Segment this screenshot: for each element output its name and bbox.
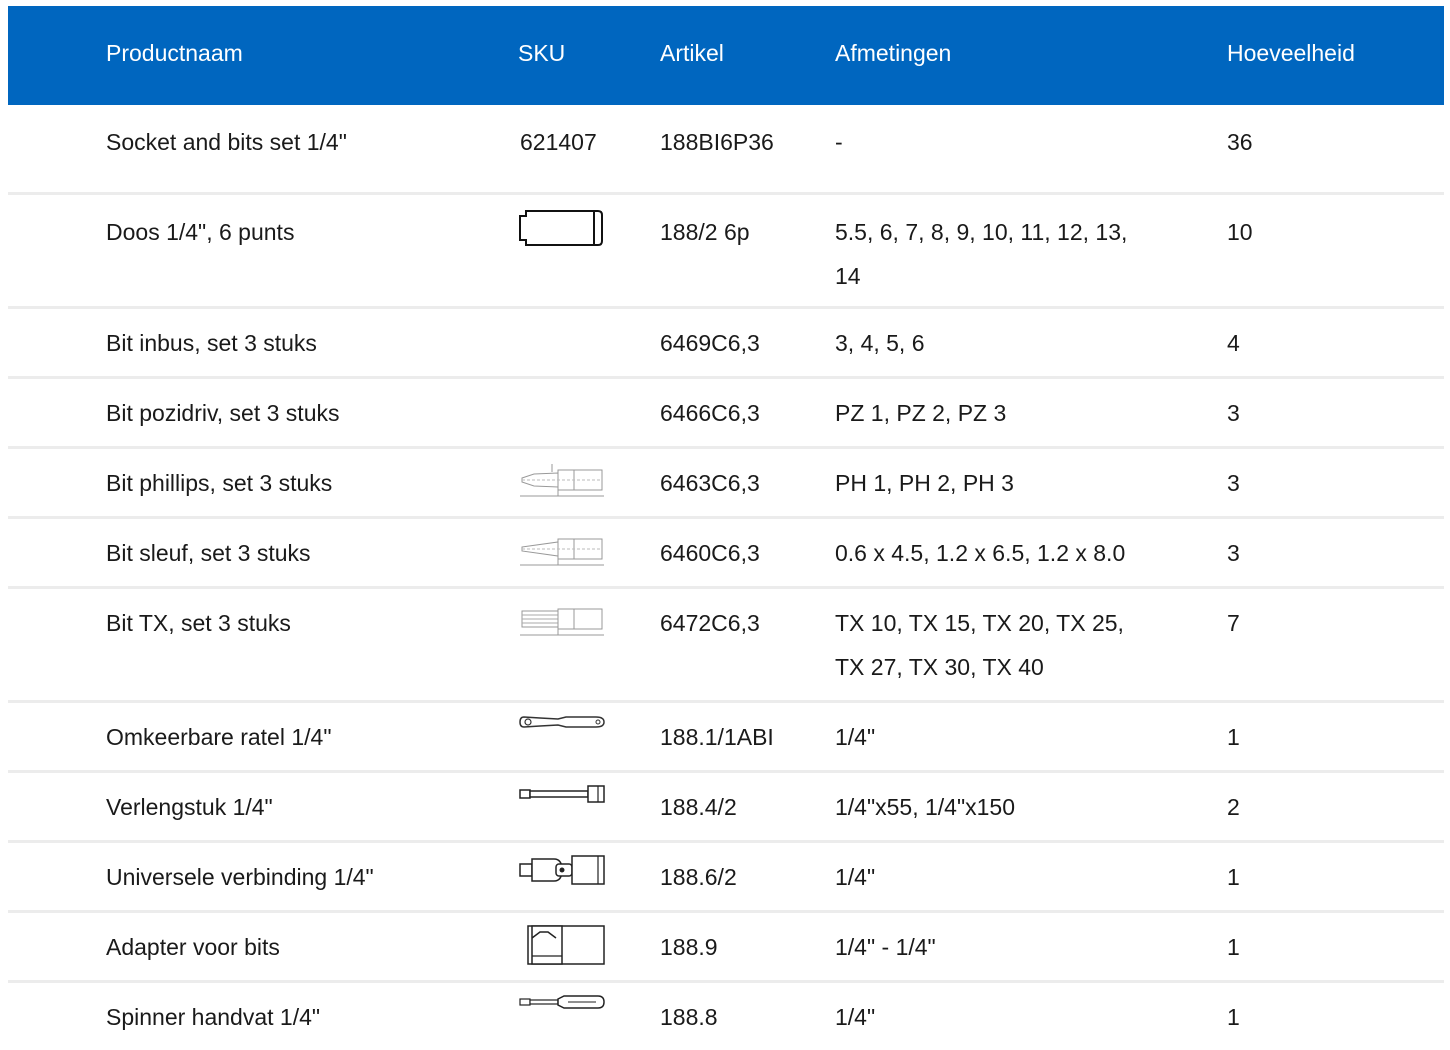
- product-quantity: 4: [1227, 330, 1240, 356]
- product-dimensions: PZ 1, PZ 2, PZ 3: [835, 400, 1007, 426]
- product-dimensions: 1/4": [835, 864, 876, 890]
- spinner-handle-icon: [518, 991, 608, 1015]
- product-quantity: 3: [1227, 470, 1240, 496]
- product-quantity: 3: [1227, 400, 1240, 426]
- slotted-bit-icon: [518, 529, 608, 571]
- product-name: Bit sleuf, set 3 stuks: [106, 540, 311, 566]
- product-name: Adapter voor bits: [106, 934, 280, 960]
- universal-joint-icon: [518, 853, 608, 887]
- product-dimensions: TX 10, TX 15, TX 20, TX 25,: [835, 610, 1124, 636]
- product-article: 6469C6,3: [660, 330, 760, 356]
- product-dimensions-line2: 14: [835, 263, 861, 289]
- product-dimensions: 0.6 x 4.5, 1.2 x 6.5, 1.2 x 8.0: [835, 540, 1126, 566]
- product-article: 188.8: [660, 1004, 718, 1030]
- header-product-name[interactable]: Productnaam: [106, 39, 243, 67]
- table-row: Verlengstuk 1/4" 188.4/2 1/4"x55, 1/4"x1…: [8, 773, 1444, 843]
- product-dimensions: 1/4" - 1/4": [835, 934, 936, 960]
- product-article: 6466C6,3: [660, 400, 760, 426]
- socket-icon: [518, 207, 604, 249]
- product-name: Bit TX, set 3 stuks: [106, 610, 291, 636]
- table-row: Adapter voor bits 188.9 1/4" - 1/4" 1: [8, 913, 1444, 983]
- product-table: Productnaam SKU Artikel Afmetingen Hoeve…: [8, 6, 1444, 1050]
- product-article: 6472C6,3: [660, 610, 760, 636]
- product-name: Bit pozidriv, set 3 stuks: [106, 400, 340, 426]
- header-article[interactable]: Artikel: [660, 39, 724, 67]
- phillips-bit-icon: [518, 460, 608, 502]
- product-quantity: 2: [1227, 794, 1240, 820]
- product-dimensions: 1/4": [835, 1004, 876, 1030]
- product-article: 188.1/1ABI: [660, 724, 774, 750]
- product-article: 188BI6P36: [660, 129, 774, 155]
- header-quantity[interactable]: Hoeveelheid: [1227, 39, 1355, 67]
- table-row: Bit pozidriv, set 3 stuks 6466C6,3 PZ 1,…: [8, 379, 1444, 449]
- extension-bar-icon: [518, 783, 608, 807]
- product-sku: 621407: [520, 129, 597, 155]
- product-quantity: 36: [1227, 129, 1253, 155]
- product-name: Verlengstuk 1/4": [106, 794, 273, 820]
- header-sku[interactable]: SKU: [518, 39, 565, 67]
- torx-bit-icon: [518, 599, 608, 641]
- product-quantity: 1: [1227, 724, 1240, 750]
- table-row: Bit sleuf, set 3 stuks 6460C6,3 0.6 x 4.…: [8, 519, 1444, 589]
- product-article: 6460C6,3: [660, 540, 760, 566]
- table-row: Spinner handvat 1/4" 188.8 1/4" 1: [8, 983, 1444, 1050]
- product-name: Socket and bits set 1/4": [106, 129, 347, 155]
- product-name: Spinner handvat 1/4": [106, 1004, 321, 1030]
- product-article: 188.4/2: [660, 794, 737, 820]
- product-name: Bit phillips, set 3 stuks: [106, 470, 333, 496]
- ratchet-icon: [518, 711, 608, 735]
- table-header: Productnaam SKU Artikel Afmetingen Hoeve…: [8, 6, 1444, 105]
- product-dimensions: 1/4"x55, 1/4"x150: [835, 794, 1016, 820]
- header-dimensions[interactable]: Afmetingen: [835, 39, 951, 67]
- product-article: 188/2 6p: [660, 219, 750, 245]
- product-dimensions: -: [835, 129, 843, 155]
- product-dimensions: 1/4": [835, 724, 876, 750]
- product-quantity: 1: [1227, 864, 1240, 890]
- table-row: Omkeerbare ratel 1/4" 188.1/1ABI 1/4" 1: [8, 703, 1444, 773]
- product-quantity: 1: [1227, 1004, 1240, 1030]
- product-dimensions: 3, 4, 5, 6: [835, 330, 925, 356]
- product-name: Omkeerbare ratel 1/4": [106, 724, 332, 750]
- product-dimensions-line2: TX 27, TX 30, TX 40: [835, 654, 1044, 680]
- table-row: Bit TX, set 3 stuks 6472C6,3 TX 10, TX 1…: [8, 589, 1444, 703]
- table-row: Doos 1/4", 6 punts 188/2 6p 5.5, 6, 7, 8…: [8, 195, 1444, 309]
- table-row: Universele verbinding 1/4" 188.6/2 1/4" …: [8, 843, 1444, 913]
- table-row: Bit phillips, set 3 stuks 6463C6,3 PH 1,…: [8, 449, 1444, 519]
- product-quantity: 1: [1227, 934, 1240, 960]
- product-quantity: 7: [1227, 610, 1240, 636]
- product-dimensions: PH 1, PH 2, PH 3: [835, 470, 1014, 496]
- table-row: Bit inbus, set 3 stuks 6469C6,3 3, 4, 5,…: [8, 309, 1444, 379]
- product-name: Universele verbinding 1/4": [106, 864, 374, 890]
- product-article: 6463C6,3: [660, 470, 760, 496]
- product-quantity: 10: [1227, 219, 1253, 245]
- bit-adapter-icon: [518, 922, 608, 968]
- product-name: Doos 1/4", 6 punts: [106, 219, 295, 245]
- table-row: Socket and bits set 1/4" 621407 188BI6P3…: [8, 105, 1444, 195]
- product-article: 188.9: [660, 934, 718, 960]
- product-quantity: 3: [1227, 540, 1240, 566]
- product-article: 188.6/2: [660, 864, 737, 890]
- product-dimensions: 5.5, 6, 7, 8, 9, 10, 11, 12, 13,: [835, 219, 1128, 245]
- product-name: Bit inbus, set 3 stuks: [106, 330, 317, 356]
